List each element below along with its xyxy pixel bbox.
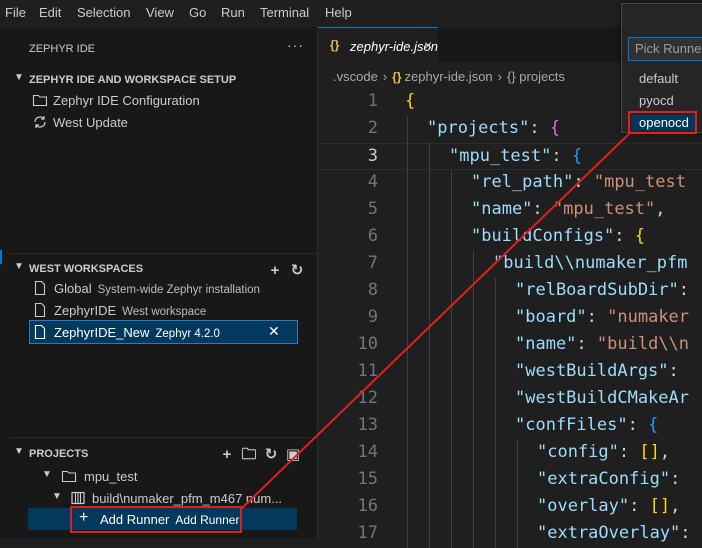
annotation-connector <box>239 131 632 511</box>
annotation-line <box>239 131 632 511</box>
